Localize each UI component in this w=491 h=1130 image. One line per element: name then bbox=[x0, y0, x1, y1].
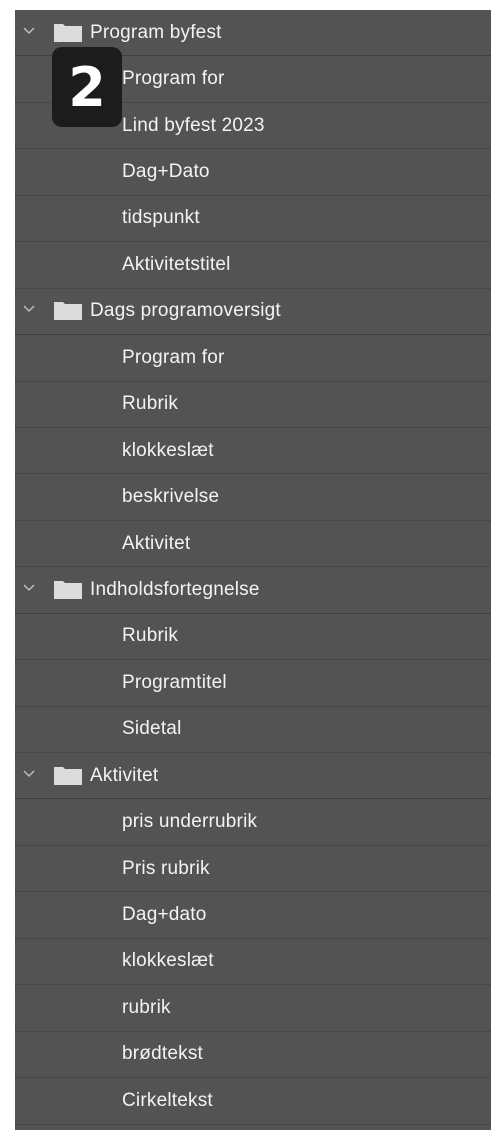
group-label: Aktivitet bbox=[90, 764, 159, 786]
style-item[interactable]: rubrik bbox=[15, 985, 491, 1032]
chevron-down-icon[interactable] bbox=[23, 302, 35, 314]
style-group-dags-programoversigt[interactable]: Dags programoversigt bbox=[15, 289, 491, 336]
item-label: tidspunkt bbox=[122, 207, 200, 229]
item-label: Dag+dato bbox=[122, 904, 207, 926]
style-item[interactable]: Dag+Dato bbox=[15, 149, 491, 196]
item-label: pris underrubrik bbox=[122, 811, 258, 833]
style-item[interactable]: Rubrik bbox=[15, 382, 491, 428]
item-label: Dag+Dato bbox=[122, 161, 210, 183]
style-item[interactable]: tidspunkt bbox=[15, 196, 491, 243]
style-group-indholdsfortegnelse[interactable]: Indholdsfortegnelse bbox=[15, 567, 491, 614]
style-item[interactable]: beskrivelse bbox=[15, 474, 491, 521]
style-item[interactable]: Programtitel bbox=[15, 660, 491, 707]
item-label: Aktivitetstitel bbox=[122, 253, 231, 275]
item-label: klokkeslæt bbox=[122, 439, 214, 461]
item-label: Lind byfest 2023 bbox=[122, 114, 265, 136]
style-item[interactable]: Rubrik bbox=[15, 614, 491, 661]
item-label: Aktivitet bbox=[122, 532, 191, 554]
chevron-down-icon[interactable] bbox=[23, 767, 35, 779]
step-number-badge: 2 bbox=[52, 47, 122, 127]
chevron-down-icon[interactable] bbox=[23, 24, 35, 36]
folder-icon bbox=[54, 580, 82, 599]
style-group-aktivitet[interactable]: Aktivitet bbox=[15, 753, 491, 800]
item-label: Rubrik bbox=[122, 393, 179, 415]
item-label: Cirkeltekst bbox=[122, 1089, 213, 1111]
style-item[interactable]: klokkeslæt bbox=[15, 939, 491, 986]
item-label: beskrivelse bbox=[122, 486, 220, 508]
folder-icon bbox=[54, 23, 82, 42]
style-item[interactable]: Program for bbox=[15, 335, 491, 382]
item-label: rubrik bbox=[122, 996, 171, 1018]
style-item[interactable]: Sidetal bbox=[15, 707, 491, 753]
style-item[interactable]: klokkeslæt bbox=[15, 428, 491, 475]
group-label: Indholdsfortegnelse bbox=[90, 578, 260, 600]
item-label: brødtekst bbox=[122, 1043, 203, 1065]
item-label: Sidetal bbox=[122, 718, 182, 740]
style-item[interactable]: brødtekst bbox=[15, 1032, 491, 1079]
styles-panel: Program byfest Program for Lind byfest 2… bbox=[15, 10, 491, 1130]
style-item[interactable]: Dag+dato bbox=[15, 892, 491, 939]
group-label: Dags programoversigt bbox=[90, 300, 281, 322]
chevron-down-icon[interactable] bbox=[23, 581, 35, 593]
item-label: Program for bbox=[122, 346, 225, 368]
item-label: Pris rubrik bbox=[122, 857, 210, 879]
folder-icon bbox=[54, 302, 82, 321]
folder-icon bbox=[54, 766, 82, 785]
style-item[interactable]: Aktivitet bbox=[15, 521, 491, 568]
group-label: Program byfest bbox=[90, 21, 222, 43]
style-item[interactable]: pris underrubrik bbox=[15, 799, 491, 846]
item-label: Program for bbox=[122, 68, 225, 90]
item-label: Programtitel bbox=[122, 671, 227, 693]
style-item[interactable]: Cirkeltekst bbox=[15, 1078, 491, 1125]
item-label: Rubrik bbox=[122, 625, 179, 647]
style-item[interactable]: Aktivitetstitel bbox=[15, 242, 491, 289]
style-item[interactable]: Pris rubrik bbox=[15, 846, 491, 893]
item-label: klokkeslæt bbox=[122, 950, 214, 972]
